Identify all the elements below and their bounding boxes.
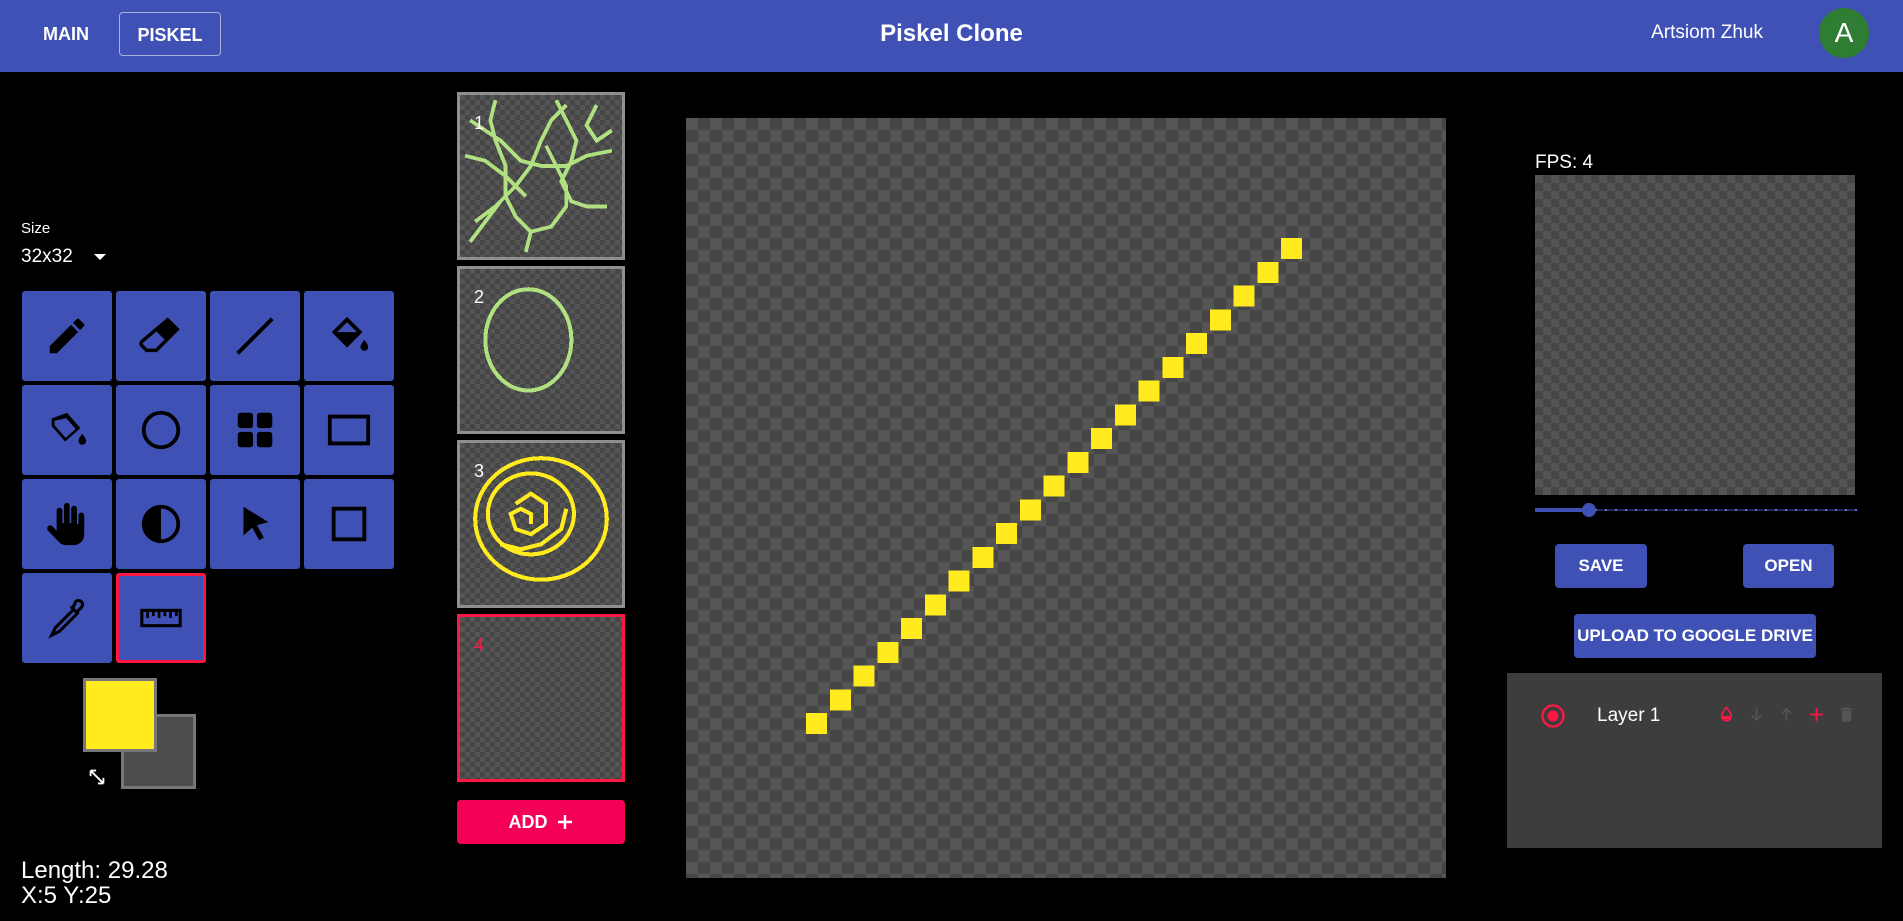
canvas-pixel bbox=[806, 713, 828, 735]
animation-preview bbox=[1535, 175, 1855, 495]
move-layer-up-icon[interactable] bbox=[1777, 704, 1796, 725]
user-name: Artsiom Zhuk bbox=[1651, 22, 1763, 43]
paint-bucket-icon bbox=[331, 316, 369, 351]
canvas-pixel bbox=[877, 641, 899, 663]
cursor-coordinates: X:5 Y:25 bbox=[21, 882, 112, 909]
delete-layer-icon[interactable] bbox=[1837, 704, 1856, 725]
ruler-length: Length: 29.28 bbox=[21, 857, 168, 884]
tool-eraser[interactable] bbox=[116, 291, 206, 381]
tool-rectangle-select[interactable] bbox=[304, 479, 394, 569]
cursor-icon bbox=[243, 506, 269, 541]
tool-pen[interactable] bbox=[22, 291, 112, 381]
ruler-icon bbox=[140, 608, 182, 628]
canvas-pixel bbox=[829, 689, 851, 711]
tool-lighten[interactable] bbox=[116, 479, 206, 569]
paint-pour-icon bbox=[51, 412, 87, 445]
fps-slider[interactable] bbox=[1535, 500, 1857, 520]
eraser-icon bbox=[139, 317, 180, 353]
hand-icon bbox=[47, 502, 85, 546]
canvas-pixel bbox=[1186, 333, 1208, 355]
fps-slider-thumb[interactable] bbox=[1581, 503, 1596, 517]
frame-thumbnail-1[interactable]: 1 bbox=[457, 92, 625, 260]
frame-number: 3 bbox=[474, 461, 485, 481]
avatar[interactable]: A bbox=[1819, 8, 1869, 58]
canvas-pixel bbox=[948, 570, 970, 592]
tool-paint-all-same[interactable] bbox=[22, 385, 112, 475]
tool-circle[interactable] bbox=[116, 385, 206, 475]
tool-select[interactable] bbox=[210, 479, 300, 569]
eyedropper-icon bbox=[48, 599, 85, 639]
tool-paint-bucket[interactable] bbox=[304, 291, 394, 381]
frame-drawing-spiral bbox=[473, 456, 609, 582]
frame-thumbnail-3[interactable]: 3 bbox=[457, 440, 625, 608]
canvas-pixel bbox=[996, 523, 1018, 545]
size-label: Size bbox=[21, 220, 51, 237]
size-select-value: 32x32 bbox=[21, 246, 73, 267]
frame-number: 1 bbox=[474, 113, 485, 133]
frame-drawing-circle bbox=[483, 287, 574, 393]
pencil-icon bbox=[49, 318, 85, 354]
add-frame-button[interactable]: ADD bbox=[457, 800, 625, 844]
open-button[interactable]: OPEN bbox=[1743, 544, 1834, 588]
canvas-pixel bbox=[1138, 380, 1160, 402]
tool-ruler[interactable] bbox=[116, 573, 206, 663]
dropdown-arrow-icon bbox=[94, 253, 107, 260]
canvas-pixel bbox=[1281, 238, 1303, 260]
frame-number: 4 bbox=[474, 635, 485, 655]
tool-stroke[interactable] bbox=[210, 291, 300, 381]
merge-layer-icon[interactable] bbox=[1717, 704, 1736, 725]
frame-drawing-scribble bbox=[464, 99, 613, 253]
frame-thumbnail-2[interactable]: 2 bbox=[457, 266, 625, 434]
fps-slider-fill bbox=[1535, 508, 1589, 512]
canvas-pixel bbox=[1043, 475, 1065, 497]
add-layer-icon[interactable] bbox=[1807, 704, 1826, 725]
canvas-pixel bbox=[853, 665, 875, 687]
save-button[interactable]: SAVE bbox=[1555, 544, 1647, 588]
drawing-canvas[interactable] bbox=[686, 118, 1446, 878]
fps-label: FPS: 4 bbox=[1535, 152, 1594, 173]
canvas-pixel bbox=[1091, 428, 1113, 450]
contrast-icon bbox=[141, 504, 181, 544]
primary-color-swatch[interactable] bbox=[83, 678, 157, 752]
canvas-pixel bbox=[924, 594, 946, 616]
canvas-pixel bbox=[972, 546, 994, 568]
grid-squares-icon bbox=[237, 412, 273, 448]
canvas-pixels bbox=[806, 238, 1303, 735]
rectangle-icon bbox=[327, 414, 371, 446]
layer-actions bbox=[1717, 704, 1856, 725]
canvas-pixel bbox=[1019, 499, 1041, 521]
canvas-pixel bbox=[1209, 309, 1231, 331]
canvas-pixel bbox=[1067, 451, 1089, 473]
app-bar: MAIN PISKEL Piskel Clone Artsiom Zhuk A bbox=[0, 0, 1903, 72]
swap-colors-icon[interactable] bbox=[86, 766, 108, 788]
plus-icon bbox=[557, 815, 572, 829]
tool-rectangle[interactable] bbox=[304, 385, 394, 475]
add-frame-label: ADD bbox=[508, 811, 548, 832]
tool-move[interactable] bbox=[22, 479, 112, 569]
nav-main-button[interactable]: MAIN bbox=[24, 12, 108, 56]
selection-square-icon bbox=[331, 506, 367, 542]
canvas-pixel bbox=[1162, 356, 1184, 378]
upload-google-drive-button[interactable]: UPLOAD TO GOOGLE DRIVE bbox=[1574, 614, 1816, 658]
canvas-pixel bbox=[901, 618, 923, 640]
status-readout: Length: 29.28 X:5 Y:25 bbox=[21, 858, 168, 908]
frame-thumbnail-4[interactable]: 4 bbox=[457, 614, 625, 782]
canvas-pixel bbox=[1114, 404, 1136, 426]
size-select[interactable]: 32x32 bbox=[21, 246, 107, 268]
tool-color-picker[interactable] bbox=[22, 573, 112, 663]
canvas-pixel bbox=[1233, 285, 1255, 307]
circle-icon bbox=[141, 410, 181, 450]
canvas-pixel bbox=[1257, 261, 1279, 283]
layers-panel: Layer 1 bbox=[1507, 673, 1882, 848]
nav-piskel-button[interactable]: PISKEL bbox=[119, 12, 221, 56]
app-title: Piskel Clone bbox=[880, 20, 1023, 47]
frame-number: 2 bbox=[474, 287, 485, 307]
move-layer-down-icon[interactable] bbox=[1747, 704, 1766, 725]
tool-dithering[interactable] bbox=[210, 385, 300, 475]
line-icon bbox=[236, 317, 274, 355]
layer-select-radio[interactable] bbox=[1540, 703, 1566, 729]
layer-name[interactable]: Layer 1 bbox=[1597, 705, 1660, 727]
